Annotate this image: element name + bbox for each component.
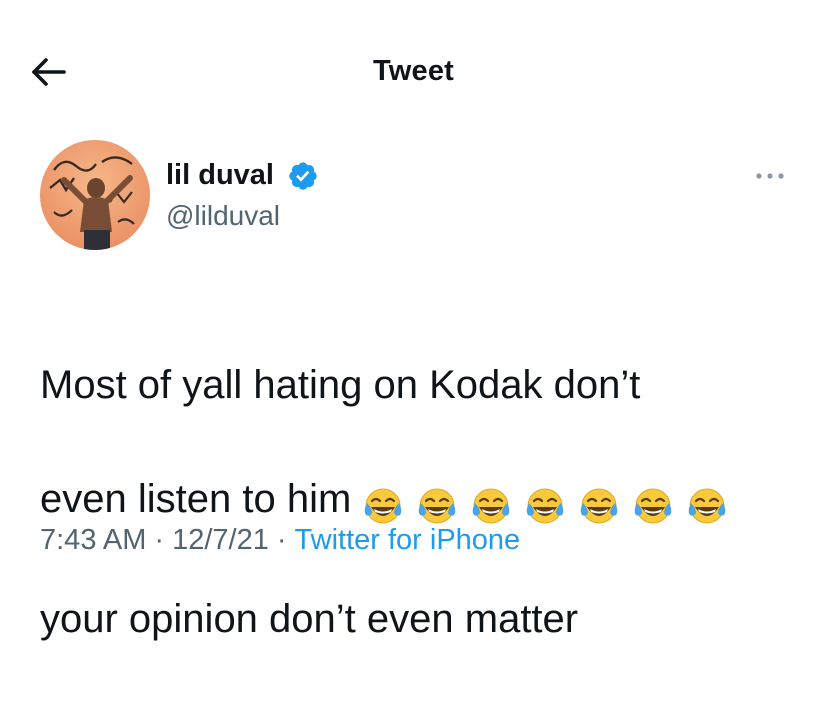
- page-title: Tweet: [372, 55, 455, 87]
- tweet-time[interactable]: 7:43 AM: [40, 524, 146, 556]
- tweet-date[interactable]: 12/7/21: [172, 524, 269, 556]
- tweet-text-line-1: Most of yall hating on Kodak don’t: [40, 363, 641, 407]
- tweet-header: Tweet: [0, 0, 827, 140]
- tears-of-joy-emoji-icon: [526, 488, 564, 524]
- meta-separator: ·: [154, 524, 165, 556]
- tweet-source-link[interactable]: Twitter for iPhone: [295, 524, 521, 556]
- tears-of-joy-emoji-icon: [688, 488, 726, 524]
- author-handle[interactable]: @lilduval: [166, 199, 280, 233]
- tweet-text-line-3: your opinion don’t even matter: [40, 597, 579, 641]
- more-options-icon[interactable]: [752, 166, 788, 186]
- meta-separator: ·: [276, 524, 287, 556]
- tears-of-joy-emoji-icon: [634, 488, 672, 524]
- tears-of-joy-emoji-icon: [580, 488, 618, 524]
- verified-badge-icon: [289, 162, 317, 190]
- author-display-name[interactable]: lil duval: [166, 158, 274, 192]
- avatar-image: [40, 140, 150, 250]
- tweet-text: Most of yall hating on Kodak don’t even …: [40, 300, 810, 705]
- tweet-metadata: 7:43 AM · 12/7/21 · Twitter for iPhone: [40, 522, 520, 558]
- avatar[interactable]: [40, 140, 150, 250]
- tweet-text-line-2-text: even listen to him: [40, 477, 352, 521]
